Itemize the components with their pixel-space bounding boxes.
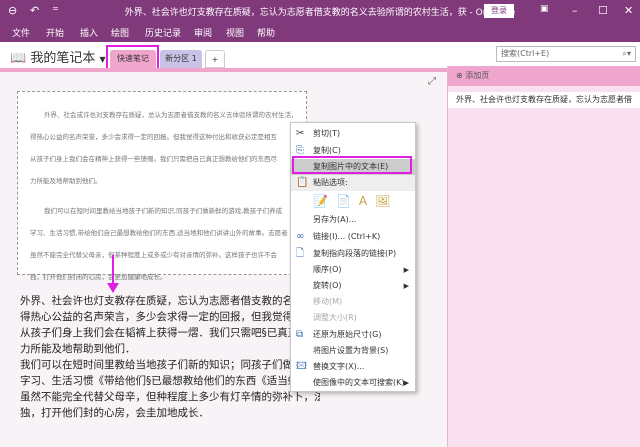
menu-insert[interactable]: 插入 <box>80 26 98 39</box>
page-link-icon: 🗋 <box>296 248 305 259</box>
notebook-icon: 📖 <box>10 51 27 66</box>
note-image[interactable]: 外界、社会或许也对支教存在质疑，总认为志愿者借支教的名义去体验所谓的农村生活，获… <box>17 91 307 281</box>
menu-restore-size[interactable]: ⧉ 还原为原始尺寸(G) <box>291 327 415 343</box>
page-list-panel: ⊕ 添加页 外界、社会许也灯支教存在质疑，忘认为志愿者借 <box>447 66 640 447</box>
paste-icon: 📋 <box>296 177 309 188</box>
search-input[interactable]: 搜索(Ctrl+E) ⌕▾ <box>496 46 636 62</box>
menu-bar: 文件 开始 插入 绘图 历史记录 审阅 视图 帮助 <box>0 22 640 42</box>
menu-cut[interactable]: ✂ 剪切(T) <box>291 126 415 142</box>
annotation-arrow <box>107 255 119 293</box>
chevron-right-icon: ▶ <box>403 379 409 387</box>
menu-resize: 调整大小(R) <box>313 313 357 322</box>
search-icon: ⌕▾ <box>622 49 632 58</box>
maximize-icon[interactable]: ☐ <box>598 4 608 17</box>
menu-alt-text[interactable]: 🖾 替换文字(X)... <box>291 359 415 375</box>
restore-size-icon: ⧉ <box>296 329 304 340</box>
ribbon-display-icon[interactable]: ▣ <box>540 4 549 14</box>
paste-option-icons[interactable]: 📝📄A🖼 <box>291 193 415 213</box>
expand-icon[interactable]: ⤢ <box>428 76 436 87</box>
menu-save-as[interactable]: 另存为(A)... <box>291 212 415 228</box>
menu-history[interactable]: 历史记录 <box>145 26 181 39</box>
chevron-right-icon: ▶ <box>403 282 409 290</box>
menu-review[interactable]: 审阅 <box>194 26 212 39</box>
chevron-right-icon: ▶ <box>403 266 409 274</box>
paste-picture-icon: 🖼 <box>375 194 399 208</box>
menu-make-searchable[interactable]: 使图像中的文本可搜索(K) ▶ <box>291 375 415 391</box>
menu-home[interactable]: 开始 <box>46 26 64 39</box>
menu-set-background[interactable]: 将图片设置为背景(S) <box>291 343 415 359</box>
alt-text-icon: 🖾 <box>296 361 307 372</box>
add-section-button[interactable]: + <box>205 50 225 68</box>
menu-view[interactable]: 视图 <box>226 26 244 39</box>
add-page-button[interactable]: ⊕ 添加页 <box>448 66 640 86</box>
title-bar: ⊖ ↶ ≂ 外界、社会许也灯支教存在质疑，忘认为志愿者借支教的名义去验所谓的农村… <box>0 0 640 22</box>
menu-rotate[interactable]: 旋转(O) ▶ <box>291 278 415 294</box>
menu-move: 移动(M) <box>313 297 343 306</box>
menu-file[interactable]: 文件 <box>12 26 30 39</box>
chevron-down-icon: ▼ <box>99 55 106 64</box>
tab-new-section[interactable]: 新分区 1 <box>160 50 202 68</box>
plus-circle-icon: ⊕ <box>456 71 463 80</box>
menu-copy-link[interactable]: 🗋 复制指向段落的链接(P) <box>291 246 415 262</box>
paste-text-icon: A <box>358 194 376 208</box>
paste-options-label: 📋 粘贴选项: <box>291 175 415 191</box>
page-list-item[interactable]: 外界、社会许也灯支教存在质疑，忘认为志愿者借 <box>448 92 640 108</box>
minimize-icon[interactable]: – <box>572 4 578 17</box>
close-icon[interactable]: ✕ <box>624 4 633 17</box>
menu-link[interactable]: ∞ 链接(I)... (Ctrl+K) <box>291 229 415 245</box>
notebook-name: 我的笔记本 <box>30 51 96 66</box>
notebook-selector[interactable]: 📖 我的笔记本 ▼ <box>10 47 106 66</box>
scissors-icon: ✂ <box>296 128 305 139</box>
notebook-bar: 📖 我的笔记本 ▼ 快速笔记 新分区 1 + 搜索(Ctrl+E) ⌕▾ <box>0 42 640 68</box>
paste-keep-icon: 📝 <box>313 194 336 208</box>
extracted-text[interactable]: 外界、社会许也灯支教存在质疑，忘认为志愿者借支教的名义去验 得热心公益的名声荣言，… <box>20 293 320 421</box>
menu-help[interactable]: 帮助 <box>257 26 275 39</box>
highlight-box <box>292 156 412 174</box>
login-button[interactable]: 登录 <box>484 4 514 18</box>
link-icon: ∞ <box>296 231 305 242</box>
paste-merge-icon: 📄 <box>335 194 359 208</box>
menu-draw[interactable]: 绘图 <box>111 26 129 39</box>
menu-order[interactable]: 顺序(O) ▶ <box>291 262 415 278</box>
